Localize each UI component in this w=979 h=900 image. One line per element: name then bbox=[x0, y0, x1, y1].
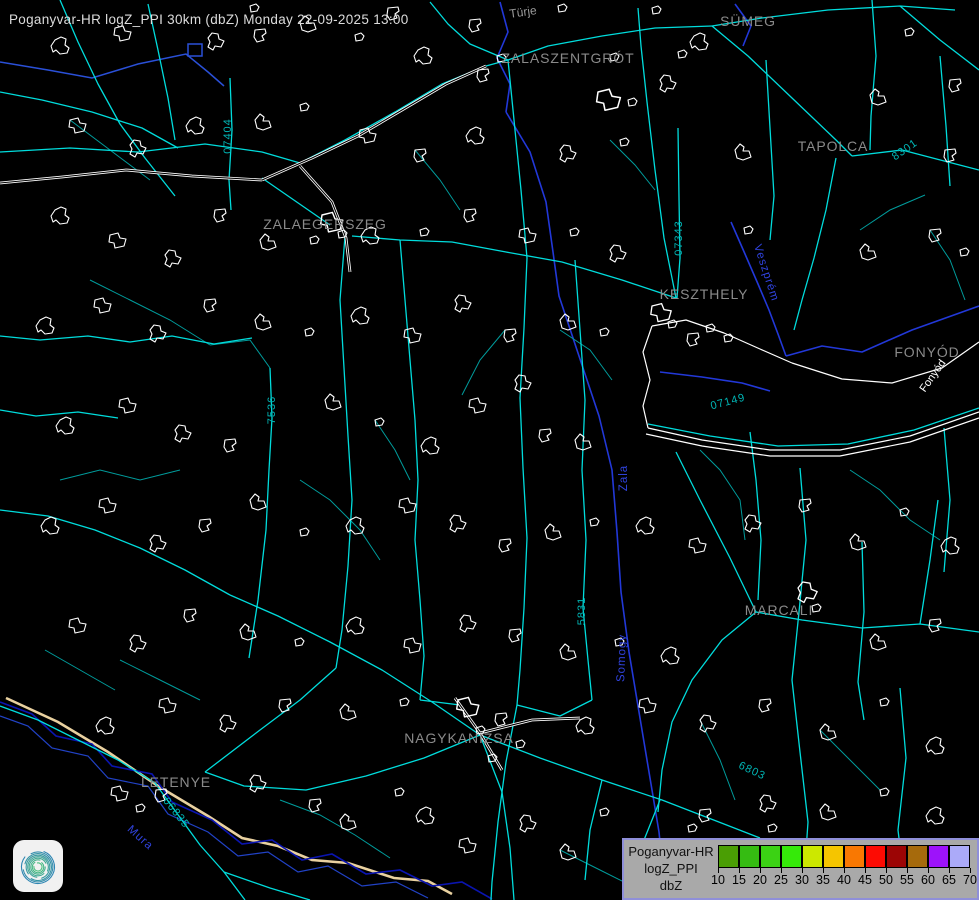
legend-unit: dbZ bbox=[626, 877, 716, 894]
main-road-core-layer bbox=[0, 66, 580, 770]
main-road-casing-layer bbox=[0, 66, 580, 770]
legend-tick-label: 50 bbox=[879, 873, 893, 887]
legend-color-swatch bbox=[760, 845, 781, 868]
road-number-label: 5831 bbox=[576, 597, 588, 625]
city-label: TAPOLCA bbox=[798, 138, 869, 154]
legend-tick-label: 60 bbox=[921, 873, 935, 887]
city-label: MARCALI bbox=[745, 602, 814, 618]
legend-tick-label: 35 bbox=[816, 873, 830, 887]
spiral-weather-logo bbox=[13, 840, 63, 892]
legend-color-swatch bbox=[802, 845, 823, 868]
legend-color-swatch bbox=[718, 845, 739, 868]
water-label: Somogy bbox=[615, 634, 629, 683]
legend-radar-name: Poganyvar-HR bbox=[626, 843, 716, 860]
radar-map-canvas bbox=[0, 0, 979, 900]
legend-tick-label: 70 bbox=[963, 873, 977, 887]
legend-tick-label: 10 bbox=[711, 873, 725, 887]
legend-color-swatch bbox=[928, 845, 949, 868]
legend-tick-label: 40 bbox=[837, 873, 851, 887]
legend-color-swatch bbox=[949, 845, 970, 868]
color-scale-legend: Poganyvar-HR logZ_PPI dbZ 10 15 20 25 30 35 40… bbox=[622, 838, 979, 900]
city-label: KESZTHELY bbox=[660, 286, 749, 302]
radar-title: Poganyvar-HR logZ_PPI 30km (dbZ) Monday … bbox=[9, 12, 409, 27]
city-label: NAGYKANIZSA bbox=[404, 730, 513, 746]
city-label: SÜMEG bbox=[720, 13, 776, 29]
legend-color-swatch bbox=[886, 845, 907, 868]
legend-tick-label: 25 bbox=[774, 873, 788, 887]
legend-tick-label: 30 bbox=[795, 873, 809, 887]
motorway-layer bbox=[6, 698, 452, 894]
legend-product-name: logZ_PPI bbox=[626, 860, 716, 877]
legend-color-swatch bbox=[844, 845, 865, 868]
logo-background bbox=[13, 840, 63, 892]
road-number-label: 7536 bbox=[266, 396, 278, 424]
legend-tick-label: 55 bbox=[900, 873, 914, 887]
legend-tick-label: 15 bbox=[732, 873, 746, 887]
water-label: Zala bbox=[618, 465, 630, 491]
legend-color-swatch bbox=[739, 845, 760, 868]
legend-tick-label: 20 bbox=[753, 873, 767, 887]
legend-color-swatch bbox=[865, 845, 886, 868]
city-label: LETENYE bbox=[141, 774, 211, 790]
stream-layer-topleft bbox=[0, 44, 224, 86]
legend-color-swatch bbox=[823, 845, 844, 868]
legend-tick-label: 45 bbox=[858, 873, 872, 887]
legend-title-block: Poganyvar-HR logZ_PPI dbZ bbox=[626, 843, 716, 894]
road-number-label: 07404 bbox=[222, 118, 234, 154]
legend-color-swatch bbox=[781, 845, 802, 868]
city-label: ZALAEGERSZEG bbox=[263, 216, 387, 232]
road-number-label: 07343 bbox=[673, 220, 685, 256]
legend-tick-label: 65 bbox=[942, 873, 956, 887]
city-label: ZALASZENTGRÓT bbox=[501, 50, 634, 66]
radar-map-viewport: Poganyvar-HR logZ_PPI 30km (dbZ) Monday … bbox=[0, 0, 979, 900]
legend-color-swatch bbox=[907, 845, 928, 868]
river-secondary-layer bbox=[0, 716, 428, 898]
city-label: FONYÓD bbox=[894, 344, 959, 360]
